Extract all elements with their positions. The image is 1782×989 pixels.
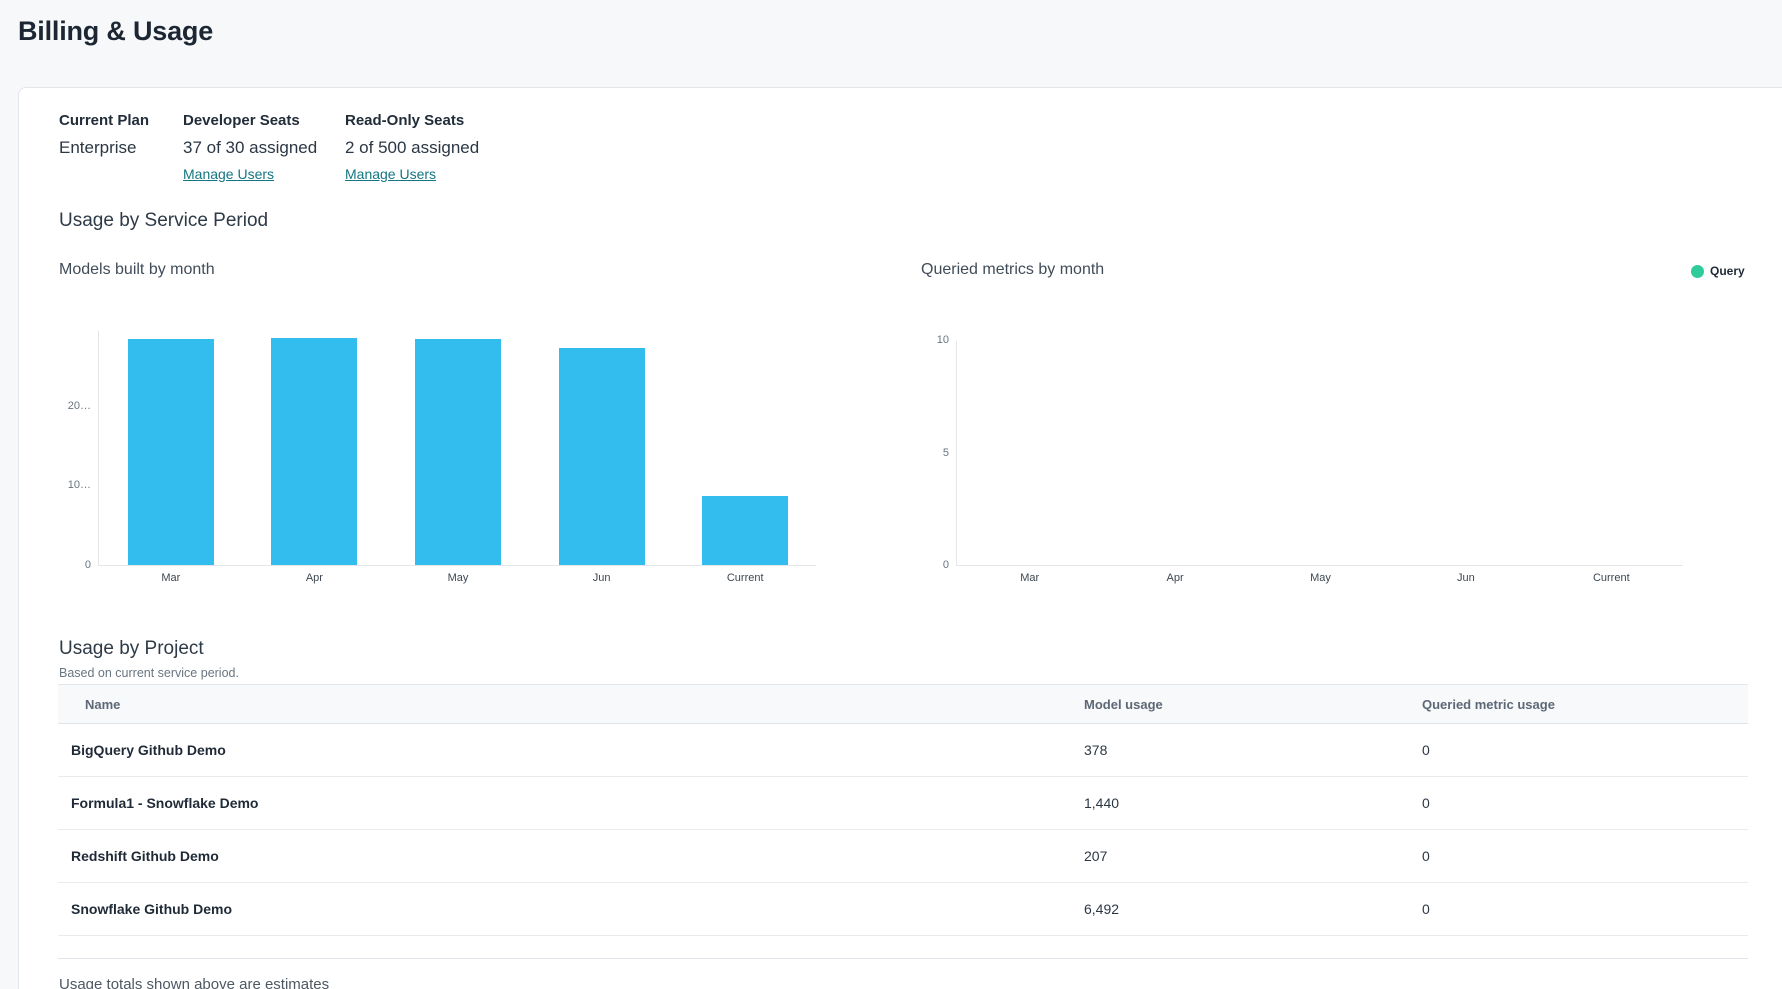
project-name: BigQuery Github Demo	[58, 742, 1084, 758]
queried-metrics-chart: MarAprMayJunCurrent0510	[956, 341, 1683, 566]
metrics-chart-title: Queried metrics by month	[921, 261, 1104, 279]
project-name: Redshift Github Demo	[58, 848, 1084, 864]
current-plan-value: Enterprise	[59, 138, 149, 158]
billing-card: Current Plan Enterprise Developer Seats …	[18, 87, 1782, 989]
bar-mar	[128, 339, 214, 565]
footer-divider	[58, 958, 1748, 959]
usage-estimates-footnote: Usage totals shown above are estimates	[59, 976, 329, 989]
queried-metric-usage-value: 0	[1422, 901, 1748, 917]
developer-seats-label: Developer Seats	[183, 112, 317, 129]
model-usage-value: 1,440	[1084, 795, 1422, 811]
x-axis-label: Jun	[547, 572, 657, 584]
usage-period-section-title: Usage by Service Period	[59, 210, 268, 232]
y-axis-label: 5	[917, 447, 949, 460]
queried-metric-usage-value: 0	[1422, 795, 1748, 811]
bar-apr	[271, 338, 357, 565]
x-axis-label: Mar	[975, 572, 1085, 584]
x-axis-label: Mar	[116, 572, 226, 584]
x-axis-label: Apr	[259, 572, 369, 584]
read-only-seats-column: Read-Only Seats 2 of 500 assigned Manage…	[345, 112, 479, 184]
bar-jun	[559, 348, 645, 565]
project-name: Snowflake Github Demo	[58, 901, 1084, 917]
queried-metric-usage-value: 0	[1422, 848, 1748, 864]
x-axis-label: Current	[690, 572, 800, 584]
current-plan-column: Current Plan Enterprise	[59, 112, 149, 166]
table-header-row: Name Model usage Queried metric usage	[58, 684, 1748, 724]
x-axis-label: Apr	[1120, 572, 1230, 584]
y-axis-label: 10…	[59, 479, 91, 492]
table-row: Snowflake Github Demo6,4920	[58, 883, 1748, 936]
models-chart-title: Models built by month	[59, 261, 215, 279]
x-axis-label: May	[1266, 572, 1376, 584]
y-axis-label: 10	[917, 334, 949, 347]
project-name: Formula1 - Snowflake Demo	[58, 795, 1084, 811]
y-axis-label: 0	[59, 559, 91, 572]
models-built-chart: MarAprMayJunCurrent010…20…	[98, 331, 816, 566]
table-row: BigQuery Github Demo3780	[58, 724, 1748, 777]
developer-seats-column: Developer Seats 37 of 30 assigned Manage…	[183, 112, 317, 184]
page-title: Billing & Usage	[18, 16, 213, 47]
developer-seats-value: 37 of 30 assigned	[183, 138, 317, 158]
model-usage-value: 6,492	[1084, 901, 1422, 917]
x-axis-label: May	[403, 572, 513, 584]
bar-may	[415, 339, 501, 565]
manage-users-link-readonly[interactable]: Manage Users	[345, 166, 436, 182]
y-axis-label: 20…	[59, 400, 91, 413]
legend-label: Query	[1710, 264, 1745, 278]
manage-users-link-developer[interactable]: Manage Users	[183, 166, 274, 182]
model-usage-value: 378	[1084, 742, 1422, 758]
usage-project-section-title: Usage by Project	[59, 638, 204, 660]
usage-project-subtitle: Based on current service period.	[59, 666, 239, 680]
y-axis-label: 0	[917, 559, 949, 572]
queried-metric-usage-value: 0	[1422, 742, 1748, 758]
table-body: BigQuery Github Demo3780Formula1 - Snowf…	[58, 724, 1748, 936]
model-usage-value: 207	[1084, 848, 1422, 864]
legend-item-query[interactable]: Query	[1691, 264, 1745, 278]
column-header-model-usage: Model usage	[1084, 697, 1422, 712]
table-row: Redshift Github Demo2070	[58, 830, 1748, 883]
read-only-seats-value: 2 of 500 assigned	[345, 138, 479, 158]
column-header-queried-metric-usage: Queried metric usage	[1422, 697, 1748, 712]
column-header-name: Name	[58, 697, 1084, 712]
bar-current	[702, 496, 788, 565]
usage-project-table: Name Model usage Queried metric usage Bi…	[58, 684, 1748, 936]
read-only-seats-label: Read-Only Seats	[345, 112, 479, 129]
table-row: Formula1 - Snowflake Demo1,4400	[58, 777, 1748, 830]
current-plan-label: Current Plan	[59, 112, 149, 129]
x-axis-label: Jun	[1411, 572, 1521, 584]
legend-dot-icon	[1691, 265, 1704, 278]
x-axis-label: Current	[1556, 572, 1666, 584]
